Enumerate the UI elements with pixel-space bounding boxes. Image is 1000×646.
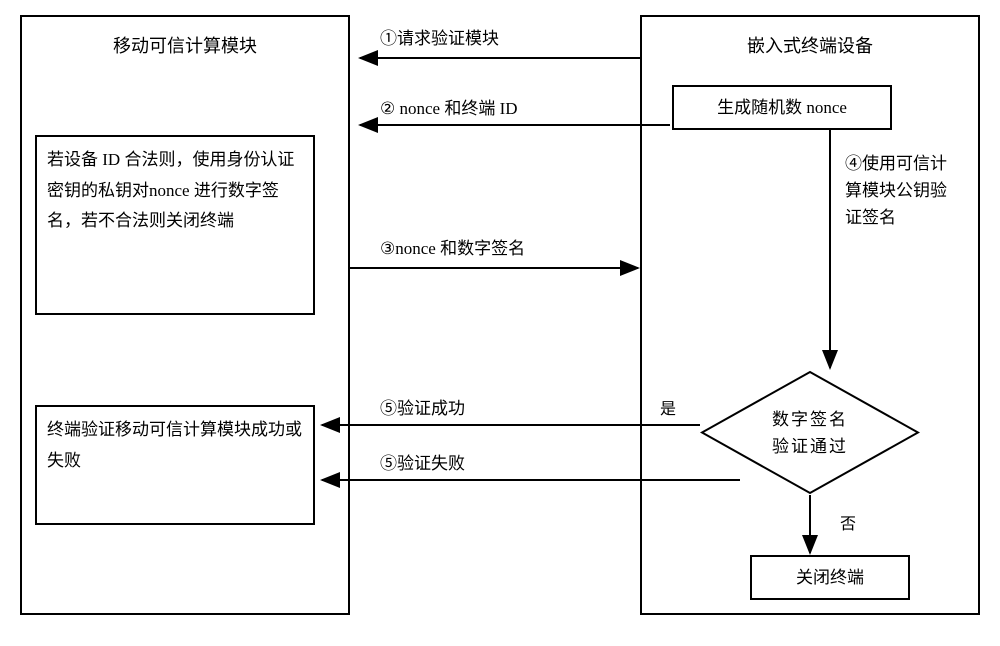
step4-line2: 算模块公钥验: [845, 181, 947, 200]
step4-label: ④使用可信计 算模块公钥验 证签名: [845, 150, 947, 232]
signature-verify-decision: 数字签名 验证通过: [700, 370, 920, 495]
step2-label: ② nonce 和终端 ID: [380, 95, 518, 122]
step3-label: ③nonce 和数字签名: [380, 235, 525, 262]
verify-id-sign-text: 若设备 ID 合法则，使用身份认证密钥的私钥对nonce 进行数字签名，若不合法…: [47, 150, 294, 230]
step5-fail-label: ⑤验证失败: [380, 450, 465, 477]
close-terminal-box: 关闭终端: [750, 555, 910, 600]
step5-success-label: ⑤验证成功: [380, 395, 465, 422]
left-title: 移动可信计算模块: [22, 17, 348, 73]
generate-nonce-box: 生成随机数 nonce: [672, 85, 892, 130]
yes-label: 是: [660, 395, 676, 419]
diamond-text: 数字签名 验证通过: [772, 405, 848, 459]
verify-id-sign-box: 若设备 ID 合法则，使用身份认证密钥的私钥对nonce 进行数字签名，若不合法…: [35, 135, 315, 315]
no-label: 否: [840, 510, 856, 534]
verify-result-text: 终端验证移动可信计算模块成功或失败: [47, 420, 302, 470]
diamond-line1: 数字签名: [772, 409, 848, 428]
step1-label: ①请求验证模块: [380, 25, 499, 52]
generate-nonce-text: 生成随机数 nonce: [717, 98, 847, 117]
step4-line1: ④使用可信计: [845, 154, 947, 173]
left-module-container: 移动可信计算模块: [20, 15, 350, 615]
verify-result-box: 终端验证移动可信计算模块成功或失败: [35, 405, 315, 525]
diamond-line2: 验证通过: [772, 437, 848, 456]
close-terminal-text: 关闭终端: [796, 568, 864, 587]
right-title: 嵌入式终端设备: [642, 17, 978, 73]
step4-line3: 证签名: [845, 208, 896, 227]
